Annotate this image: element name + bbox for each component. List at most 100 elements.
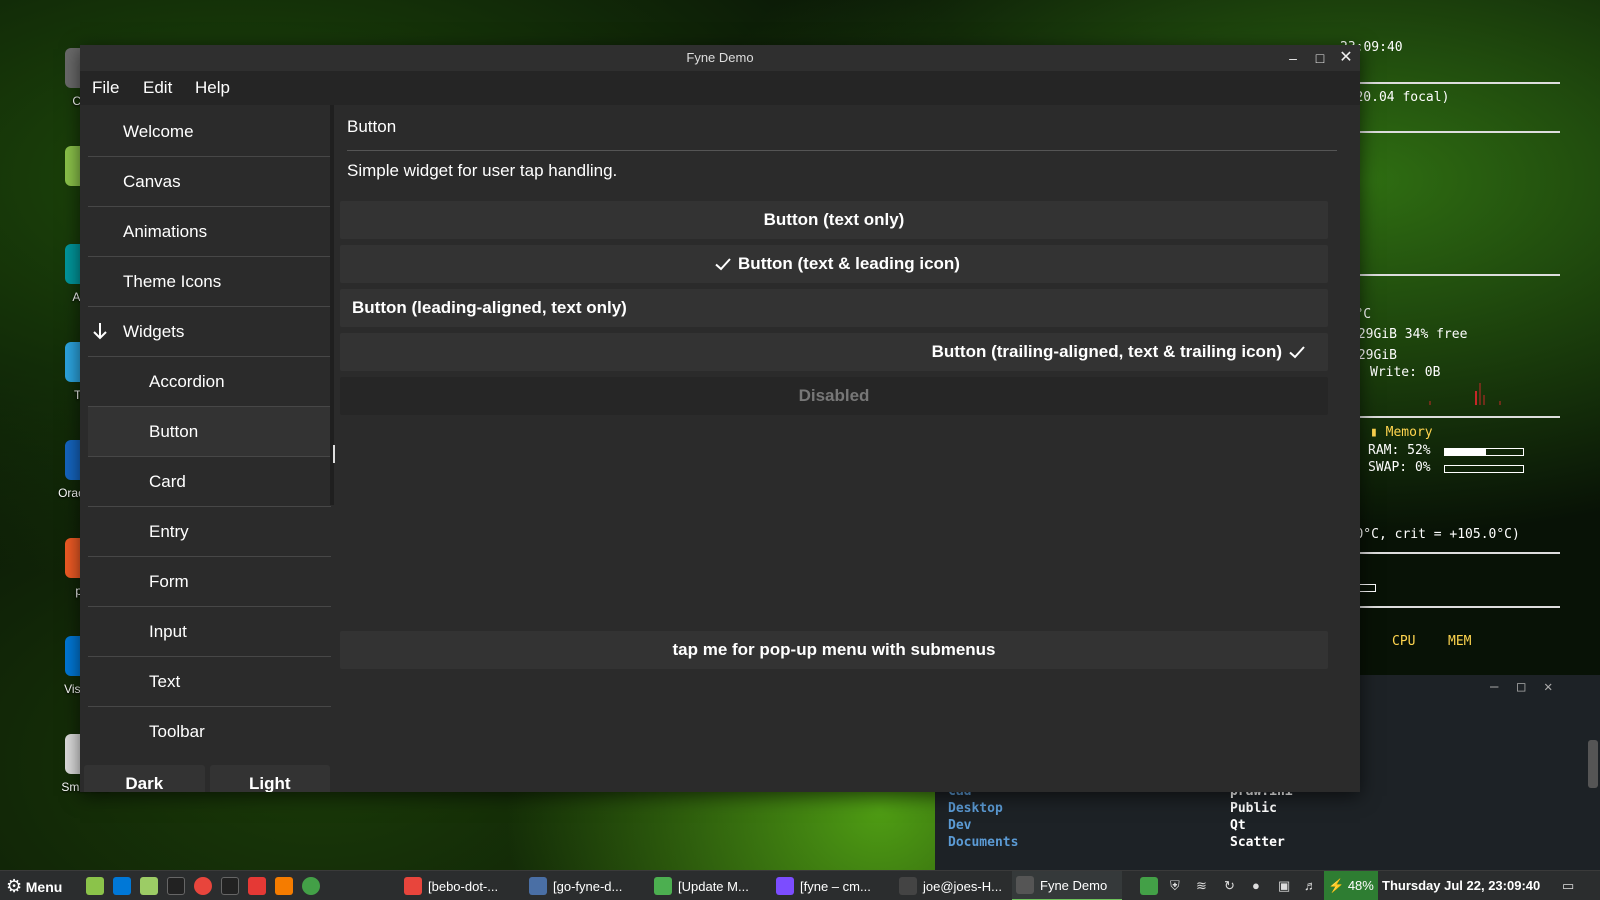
minimize-icon[interactable]: – bbox=[1280, 45, 1306, 71]
nav-item-form[interactable]: Form bbox=[88, 557, 331, 607]
taskbar: ⚙ Menu [bebo-dot-... [go-fyne-d... [Update… bbox=[0, 870, 1600, 900]
taskbar-window-button[interactable]: [Update M... bbox=[650, 871, 765, 900]
desktop-launcher-icon[interactable] bbox=[86, 877, 104, 895]
taskbar-window-label: [bebo-dot-... bbox=[428, 878, 499, 894]
button-trailing-aligned[interactable]: Button (trailing-aligned, text & trailin… bbox=[340, 333, 1328, 371]
checkmark-icon bbox=[715, 258, 731, 271]
light-theme-button[interactable]: Light bbox=[209, 765, 330, 792]
nav-item-card[interactable]: Card bbox=[88, 457, 331, 507]
terminal-entry: Public bbox=[1230, 801, 1277, 816]
window-title: Fyne Demo bbox=[686, 50, 754, 65]
ram-bar bbox=[1444, 448, 1524, 456]
conky-ram-label: RAM: 52% bbox=[1368, 443, 1431, 458]
process-header: CPU bbox=[1392, 634, 1416, 649]
nav-item-label: Entry bbox=[149, 521, 189, 541]
nav-item-label: Welcome bbox=[123, 121, 194, 141]
user-tray-icon[interactable]: ● bbox=[1252, 871, 1260, 900]
nav-item-input[interactable]: Input bbox=[88, 607, 331, 657]
app-launcher-icon[interactable] bbox=[248, 877, 266, 895]
arrow-down-icon[interactable] bbox=[92, 321, 108, 341]
wifi-tray-icon[interactable]: ≋ bbox=[1196, 871, 1207, 900]
taskbar-window-button[interactable]: joe@joes-H... bbox=[895, 871, 1007, 900]
nav-item-accordion[interactable]: Accordion bbox=[88, 357, 331, 407]
terminal-entry: Dev bbox=[948, 818, 972, 833]
taskbar-window-button[interactable]: [go-fyne-d... bbox=[525, 871, 643, 900]
taskbar-window-button[interactable]: [bebo-dot-... bbox=[400, 871, 518, 900]
code-editor-icon bbox=[529, 877, 547, 895]
conky-monitor: 23:09:40 27s tu 20.04 focal) ric iB °C 1… bbox=[1332, 38, 1570, 678]
sidebar: Welcome Canvas Animations Theme Icons Widget… bbox=[80, 105, 338, 792]
window-titlebar[interactable]: Fyne Demo – □ ✕ bbox=[80, 45, 1360, 71]
terminal2-launcher-icon[interactable] bbox=[221, 877, 239, 895]
taskbar-window-button[interactable]: [fyne – cm... bbox=[772, 871, 888, 900]
taskbar-window-button[interactable]: Fyne Demo bbox=[1012, 871, 1122, 900]
nav-item-text[interactable]: Text bbox=[88, 657, 331, 707]
conky-divider bbox=[1340, 552, 1560, 554]
button-text-only[interactable]: Button (text only) bbox=[340, 201, 1328, 239]
io-graph bbox=[1429, 383, 1501, 405]
content-panel: Button Simple widget for user tap handli… bbox=[340, 105, 1360, 792]
goland-icon bbox=[776, 877, 794, 895]
terminal-listing-col1: CadDesktopDevDocuments bbox=[948, 783, 1018, 851]
nav-item-theme-icons[interactable]: Theme Icons bbox=[88, 257, 331, 307]
conky-memory-title: ▮ Memory bbox=[1370, 425, 1433, 440]
nav-item-animations[interactable]: Animations bbox=[88, 207, 331, 257]
files-launcher-icon[interactable] bbox=[140, 877, 158, 895]
button-popup-menu[interactable]: tap me for pop-up menu with submenus bbox=[340, 631, 1328, 669]
conky-write: Write: 0B bbox=[1370, 365, 1441, 380]
conky-divider bbox=[1340, 274, 1560, 276]
nav-item-welcome[interactable]: Welcome bbox=[88, 107, 331, 157]
theme-switcher: Dark Light bbox=[84, 765, 330, 792]
dark-theme-button[interactable]: Dark bbox=[84, 765, 205, 792]
shield-tray-icon[interactable]: ⛨ bbox=[1170, 871, 1180, 900]
menu-help[interactable]: Help bbox=[195, 71, 230, 105]
conky-divider bbox=[1340, 606, 1560, 608]
terminal-entry: Scatter bbox=[1230, 835, 1285, 850]
arrow-launcher-icon[interactable] bbox=[275, 877, 293, 895]
menu-bar: File Edit Help bbox=[80, 71, 1360, 105]
terminal-listing-col2: praw.iniPublicQtScatter bbox=[1230, 783, 1293, 851]
battery-indicator[interactable]: ⚡ 48% bbox=[1324, 871, 1378, 900]
terminal-launcher-icon[interactable] bbox=[167, 877, 185, 895]
key-tray-icon[interactable] bbox=[1140, 877, 1158, 895]
nav-item-label: Form bbox=[149, 571, 189, 591]
start-menu-button[interactable]: ⚙ Menu bbox=[6, 871, 62, 900]
maximize-icon[interactable]: □ bbox=[1307, 45, 1333, 71]
close-icon[interactable]: ✕ bbox=[1333, 45, 1359, 71]
nav-item-widgets[interactable]: Widgets bbox=[88, 307, 331, 357]
volume-tray-icon[interactable]: ♬ bbox=[1304, 871, 1317, 900]
button-text-leading-icon[interactable]: Button (text & leading icon) bbox=[340, 245, 1328, 283]
clipboard-tray-icon[interactable]: ▣ bbox=[1278, 871, 1290, 900]
globe-launcher-icon[interactable] bbox=[302, 877, 320, 895]
chrome-launcher-icon[interactable] bbox=[194, 877, 212, 895]
conky-divider bbox=[1340, 131, 1560, 133]
taskbar-window-label: Fyne Demo bbox=[1040, 877, 1108, 893]
button-leading-aligned[interactable]: Button (leading-aligned, text only) bbox=[340, 289, 1328, 327]
minimize-icon[interactable]: – bbox=[1490, 679, 1498, 695]
show-desktop-icon[interactable]: ▭ bbox=[1562, 871, 1574, 900]
page-title: Button bbox=[347, 105, 1337, 151]
maximize-icon[interactable]: □ bbox=[1517, 679, 1525, 695]
terminal-scrollbar[interactable] bbox=[1588, 740, 1598, 788]
nav-item-label: Canvas bbox=[123, 171, 181, 191]
menu-edit[interactable]: Edit bbox=[143, 71, 172, 105]
split-handle[interactable] bbox=[333, 445, 335, 463]
nav-item-label: Button bbox=[149, 421, 199, 441]
nav-item-button[interactable]: Button bbox=[88, 407, 331, 457]
nav-item-entry[interactable]: Entry bbox=[88, 507, 331, 557]
nav-item-label: Widgets bbox=[123, 321, 185, 341]
nav-item-toolbar[interactable]: Toolbar bbox=[88, 707, 331, 740]
nav-item-label: Theme Icons bbox=[123, 271, 222, 291]
menu-file[interactable]: File bbox=[92, 71, 119, 105]
nav-item-label: Text bbox=[149, 671, 181, 691]
nav-item-label: Toolbar bbox=[149, 721, 205, 740]
button-disabled: Disabled bbox=[340, 377, 1328, 415]
nav-item-label: Accordion bbox=[149, 371, 225, 391]
nav-item-canvas[interactable]: Canvas bbox=[88, 157, 331, 207]
conky-divider bbox=[1340, 82, 1560, 84]
vscode-launcher-icon[interactable] bbox=[113, 877, 131, 895]
refresh-tray-icon[interactable]: ↻ bbox=[1224, 871, 1235, 900]
close-icon[interactable]: ✕ bbox=[1544, 679, 1552, 695]
gear-icon: ⚙ bbox=[6, 876, 23, 896]
taskbar-clock[interactable]: Thursday Jul 22, 23:09:40 bbox=[1382, 871, 1540, 900]
